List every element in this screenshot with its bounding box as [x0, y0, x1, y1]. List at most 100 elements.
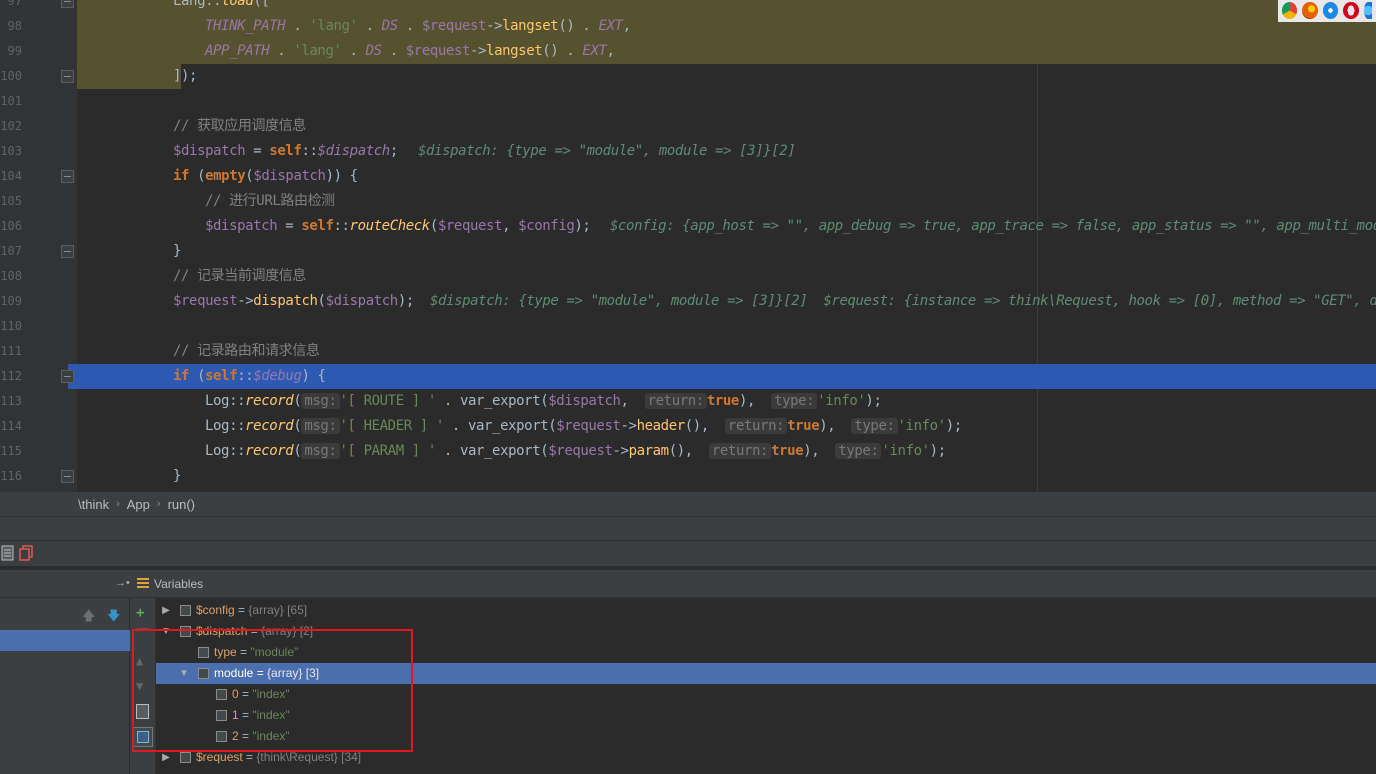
breadcrumb-method[interactable]: run() [168, 497, 195, 512]
variable-row[interactable]: ▼ module = {array} [3] [156, 663, 1376, 684]
line-number[interactable]: 115 [0, 439, 22, 464]
opera-icon[interactable] [1343, 2, 1359, 19]
copy-icon[interactable] [136, 704, 149, 719]
remove-watch-icon[interactable] [137, 628, 149, 630]
arrow-up-icon[interactable]: 🡅 [82, 607, 95, 629]
code-token: APP_PATH [205, 43, 270, 59]
new-watch-icon[interactable]: + [136, 605, 144, 621]
line-number[interactable]: 114 [0, 414, 22, 439]
line-number[interactable]: 116 [0, 464, 22, 489]
pin-icon[interactable]: →• [115, 577, 130, 589]
variable-value: "index" [252, 708, 290, 722]
code-text: APP_PATH . 'lang' . DS . $request->langs… [205, 39, 615, 64]
firefox-icon[interactable] [1302, 2, 1318, 19]
variables-tree[interactable]: ▶ $config = {array} [65] ▼ $dispatch = {arr… [156, 598, 1376, 774]
line-number[interactable]: 101 [0, 89, 22, 114]
code-token: '[ HEADER ] ' [339, 418, 445, 434]
show-values-icon[interactable] [133, 727, 153, 747]
code-line[interactable]: 101 [0, 89, 1376, 114]
fold-marker-icon[interactable] [61, 245, 74, 258]
line-number[interactable]: 107 [0, 239, 22, 264]
code-token: DS [365, 43, 382, 59]
variable-name: $config [196, 603, 235, 617]
code-line[interactable]: 97 Lang::load([ [0, 0, 1376, 14]
variable-row[interactable]: type = "module" [156, 642, 1376, 663]
line-number[interactable]: 97 [0, 0, 22, 14]
code-line[interactable]: 100]); [0, 64, 1376, 89]
code-line[interactable]: 113 Log::record(msg: '[ ROUTE ] ' . var_ex… [0, 389, 1376, 414]
value-icon [216, 689, 227, 700]
code-token: ([ [253, 0, 270, 9]
code-line[interactable]: 110 [0, 314, 1376, 339]
code-line[interactable]: 106 $dispatch = self::routeCheck($request… [0, 214, 1376, 239]
code-line[interactable]: 99 APP_PATH . 'lang' . DS . $request->lan… [0, 39, 1376, 64]
line-number[interactable]: 110 [0, 314, 22, 339]
variable-row[interactable]: ▶ $config = {array} [65] [156, 600, 1376, 621]
code-editor[interactable]: 97 Lang::load([98 THINK_PATH . 'lang' . DS… [0, 0, 1376, 492]
line-number[interactable]: 103 [0, 139, 22, 164]
code-line[interactable]: 103 $dispatch = self::$dispatch; $dispatch… [0, 139, 1376, 164]
line-number[interactable]: 99 [0, 39, 22, 64]
breadcrumb-namespace[interactable]: \think [78, 497, 109, 512]
line-number[interactable]: 108 [0, 264, 22, 289]
restore-layout-icon[interactable] [19, 545, 33, 561]
variable-row[interactable]: 2 = "index" [156, 726, 1376, 747]
safari-icon[interactable] [1322, 2, 1339, 19]
arrow-down-icon[interactable]: 🡇 [107, 607, 120, 629]
frames-panel[interactable]: 🡅 🡇 [0, 598, 130, 774]
variable-row[interactable]: ▼ $dispatch = {array} [2] [156, 621, 1376, 642]
code-line[interactable]: 112 if (self::$debug) { [0, 364, 1376, 389]
code-token: self [205, 368, 238, 384]
code-line[interactable]: 104 if (empty($dispatch)) { [0, 164, 1376, 189]
console-icon[interactable] [1, 545, 15, 561]
code-token: ), [738, 393, 772, 409]
code-line[interactable]: 102 // 获取应用调度信息 [0, 114, 1376, 139]
variables-title: Variables [154, 577, 204, 591]
breadcrumb-class[interactable]: App [127, 497, 150, 512]
code-token: , [622, 18, 631, 34]
code-token: record [245, 443, 294, 459]
fold-marker-icon[interactable] [61, 470, 74, 483]
fold-marker-icon[interactable] [61, 0, 74, 8]
code-token: true [787, 418, 820, 434]
line-number[interactable]: 105 [0, 189, 22, 214]
code-line[interactable]: 108 // 记录当前调度信息 [0, 264, 1376, 289]
line-number[interactable]: 100 [0, 64, 22, 89]
chrome-icon[interactable] [1282, 2, 1298, 19]
code-line[interactable]: 98 THINK_PATH . 'lang' . DS . $request->l… [0, 14, 1376, 39]
move-down-icon[interactable]: ▼ [136, 679, 143, 693]
line-number[interactable]: 109 [0, 289, 22, 314]
expand-arrow-icon[interactable]: ▶ [160, 600, 172, 621]
line-number[interactable]: 104 [0, 164, 22, 189]
code-line[interactable]: 115 Log::record(msg: '[ PARAM ] ' . var_ex… [0, 439, 1376, 464]
fold-marker-icon[interactable] [61, 370, 74, 383]
line-number[interactable]: 102 [0, 114, 22, 139]
line-number[interactable]: 98 [0, 14, 22, 39]
variable-row[interactable]: 0 = "index" [156, 684, 1376, 705]
collapse-arrow-icon[interactable]: ▼ [160, 621, 172, 642]
line-number[interactable]: 106 [0, 214, 22, 239]
frame-row-selected[interactable] [0, 630, 130, 651]
code-line[interactable]: 105 // 进行URL路由检测 [0, 189, 1376, 214]
code-token: ); [397, 293, 414, 309]
code-token: record [245, 393, 294, 409]
variable-row[interactable]: 1 = "index" [156, 705, 1376, 726]
array-icon [180, 605, 191, 616]
ie-icon[interactable] [1363, 2, 1372, 19]
code-line[interactable]: 111 // 记录路由和请求信息 [0, 339, 1376, 364]
code-line[interactable]: 116} [0, 464, 1376, 489]
line-number[interactable]: 113 [0, 389, 22, 414]
variable-text: 1 = "index" [232, 705, 290, 726]
code-line[interactable]: 114 Log::record(msg: '[ HEADER ] ' . var_e… [0, 414, 1376, 439]
line-number[interactable]: 111 [0, 339, 22, 364]
move-up-icon[interactable]: ▲ [136, 654, 143, 668]
fold-marker-icon[interactable] [61, 70, 74, 83]
code-line[interactable]: 109 $request->dispatch($dispatch); $dispat… [0, 289, 1376, 314]
expand-arrow-icon[interactable]: ▶ [160, 747, 172, 768]
variable-row[interactable]: ▶ $request = {think\Request} [34] [156, 747, 1376, 768]
code-token: $dispatch [325, 293, 399, 309]
code-line[interactable]: 107} [0, 239, 1376, 264]
collapse-arrow-icon[interactable]: ▼ [178, 663, 190, 684]
line-number[interactable]: 112 [0, 364, 22, 389]
fold-marker-icon[interactable] [61, 170, 74, 183]
